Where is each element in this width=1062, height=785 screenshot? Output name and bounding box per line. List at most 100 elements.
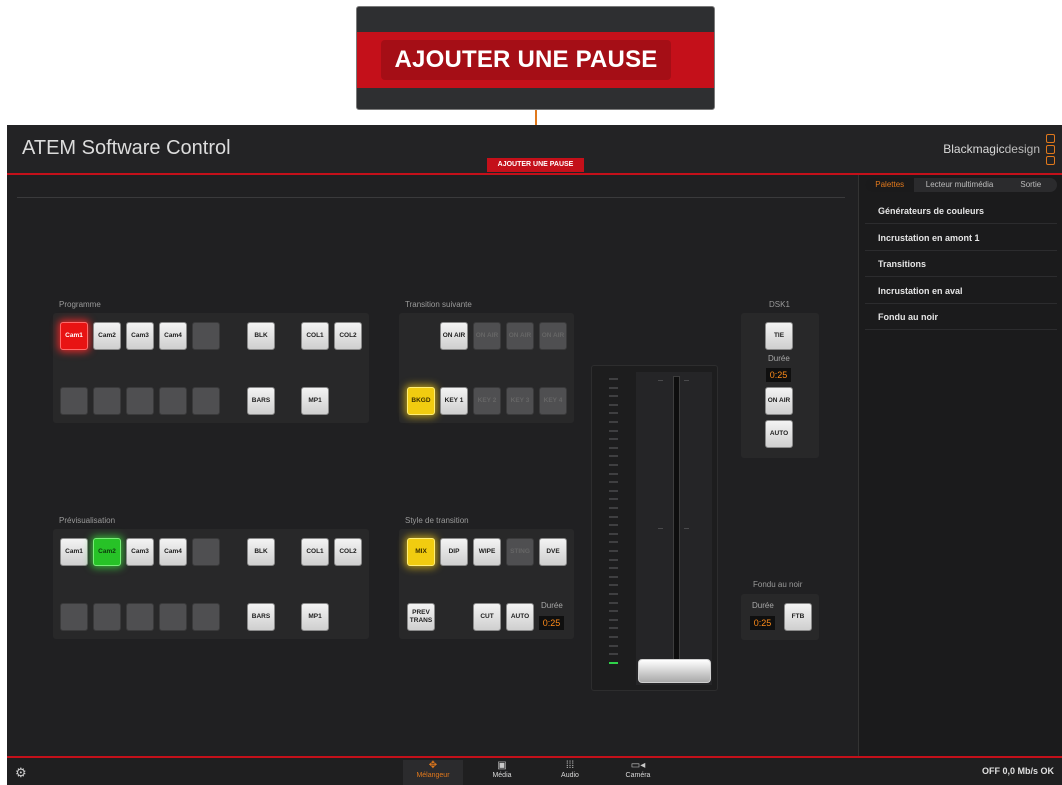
meter-segment — [609, 532, 618, 535]
preview-bars-button[interactable]: BARS — [247, 603, 275, 631]
dve-button[interactable]: DVE — [539, 538, 567, 566]
key4-button[interactable]: KEY 4 — [539, 387, 567, 415]
ftb-label: Fondu au noir — [753, 580, 803, 589]
sidebar-item-fade-to-black[interactable]: Fondu au noir — [865, 304, 1057, 330]
bkgd-button[interactable]: BKGD — [407, 387, 435, 415]
program-cam3-button[interactable]: Cam3 — [126, 322, 154, 350]
nav-media[interactable]: ▣ Média — [472, 760, 532, 785]
preview-cam3-button[interactable]: Cam3 — [126, 538, 154, 566]
meter-segment — [609, 386, 618, 389]
key1-button[interactable]: KEY 1 — [440, 387, 468, 415]
nav-audio[interactable]: ⁞⁞⁞ Audio — [540, 760, 600, 785]
on-air-key3-button[interactable]: ON AIR — [506, 322, 534, 350]
tbar-panel — [591, 365, 718, 691]
title-bar: ATEM Software Control Blackmagicdesign A… — [7, 125, 1062, 175]
preview-empty-button[interactable] — [192, 603, 220, 631]
program-empty-button[interactable] — [93, 387, 121, 415]
tab-media-player[interactable]: Lecteur multimédia — [914, 178, 1004, 192]
dsk-tie-button[interactable]: TIE — [765, 322, 793, 350]
program-empty-button[interactable] — [126, 387, 154, 415]
meter-segment — [609, 627, 618, 630]
gear-icon[interactable]: ⚙ — [15, 765, 27, 781]
transition-duration-value[interactable]: 0:25 — [539, 616, 564, 630]
nav-camera-label: Caméra — [625, 772, 651, 779]
tab-palettes[interactable]: Palettes — [865, 178, 915, 192]
meter-segment — [609, 601, 618, 604]
program-empty-button[interactable] — [159, 387, 187, 415]
program-empty-button[interactable] — [60, 387, 88, 415]
preview-empty-button[interactable] — [93, 603, 121, 631]
sidebar-item-downstream-key[interactable]: Incrustation en aval — [865, 278, 1057, 304]
sidebar-item-transitions[interactable]: Transitions — [865, 251, 1057, 277]
preview-empty-button[interactable] — [126, 603, 154, 631]
preview-blk-button[interactable]: BLK — [247, 538, 275, 566]
meter-segment — [609, 395, 618, 398]
key3-button[interactable]: KEY 3 — [506, 387, 534, 415]
on-air-key2-button[interactable]: ON AIR — [473, 322, 501, 350]
key2-button[interactable]: KEY 2 — [473, 387, 501, 415]
ftb-panel: Durée 0:25 FTB — [741, 594, 819, 640]
meter-segment — [609, 378, 618, 380]
sidebar-tabs: Palettes Lecteur multimédia Sortie — [865, 178, 1057, 192]
program-blk-button[interactable]: BLK — [247, 322, 275, 350]
program-cam1-button[interactable]: Cam1 — [60, 322, 88, 350]
program-mp1-button[interactable]: MP1 — [301, 387, 329, 415]
mix-button[interactable]: MIX — [407, 538, 435, 566]
transition-style-panel: MIX DIP WIPE STING DVE PREV TRANS CUT AU… — [399, 529, 574, 639]
ftb-duration-value[interactable]: 0:25 — [750, 616, 775, 630]
transition-style-label: Style de transition — [405, 516, 469, 525]
wipe-button[interactable]: WIPE — [473, 538, 501, 566]
add-pause-callout-button[interactable]: AJOUTER UNE PAUSE — [381, 40, 671, 80]
program-cam4-button[interactable]: Cam4 — [159, 322, 187, 350]
prev-trans-button[interactable]: PREV TRANS — [407, 603, 435, 631]
sidebar-item-upstream-key[interactable]: Incrustation en amont 1 — [865, 225, 1057, 251]
preview-empty-button[interactable] — [60, 603, 88, 631]
sidebar-item-color-generators[interactable]: Générateurs de couleurs — [865, 198, 1057, 224]
dsk-on-air-button[interactable]: ON AIR — [765, 387, 793, 415]
dsk-auto-button[interactable]: AUTO — [765, 420, 793, 448]
meter-segment — [609, 541, 618, 544]
program-bars-button[interactable]: BARS — [247, 387, 275, 415]
program-col2-button[interactable]: COL2 — [334, 322, 362, 350]
nav-camera[interactable]: ▭◂ Caméra — [608, 760, 668, 785]
add-pause-tab[interactable]: AJOUTER UNE PAUSE — [487, 158, 584, 172]
status-text: OFF 0,0 Mb/s OK — [981, 766, 1054, 776]
meter-segment — [609, 472, 618, 475]
audio-icon: ⁞⁞⁞ — [565, 760, 575, 771]
dsk1-panel: TIE Durée 0:25 ON AIR AUTO — [741, 313, 819, 458]
preview-cam4-button[interactable]: Cam4 — [159, 538, 187, 566]
ftb-button[interactable]: FTB — [784, 603, 812, 631]
preview-cam2-button[interactable]: Cam2 — [93, 538, 121, 566]
auto-button[interactable]: AUTO — [506, 603, 534, 631]
tab-output[interactable]: Sortie — [1005, 178, 1057, 192]
dip-button[interactable]: DIP — [440, 538, 468, 566]
pause-callout: AJOUTER UNE PAUSE — [356, 6, 715, 110]
cut-button[interactable]: CUT — [473, 603, 501, 631]
program-empty-button[interactable] — [192, 322, 220, 350]
program-empty-button[interactable] — [192, 387, 220, 415]
tbar-handle[interactable] — [638, 659, 711, 683]
dsk-duration-value[interactable]: 0:25 — [766, 368, 791, 382]
preview-empty-button[interactable] — [159, 603, 187, 631]
on-air-key4-button[interactable]: ON AIR — [539, 322, 567, 350]
program-cam2-button[interactable]: Cam2 — [93, 322, 121, 350]
preview-col1-button[interactable]: COL1 — [301, 538, 329, 566]
nav-mixer[interactable]: ✥ Mélangeur — [403, 760, 463, 785]
blackmagic-mark-icon — [1046, 133, 1055, 165]
next-transition-panel: ON AIR ON AIR ON AIR ON AIR BKGD KEY 1 K… — [399, 313, 574, 423]
preview-mp1-button[interactable]: MP1 — [301, 603, 329, 631]
meter-segment — [609, 464, 618, 466]
preview-cam1-button[interactable]: Cam1 — [60, 538, 88, 566]
media-icon: ▣ — [497, 760, 507, 771]
sting-button[interactable]: STING — [506, 538, 534, 566]
nav-audio-label: Audio — [561, 772, 579, 779]
divider — [17, 197, 845, 198]
callout-band: AJOUTER UNE PAUSE — [357, 32, 714, 88]
preview-col2-button[interactable]: COL2 — [334, 538, 362, 566]
meter-segment — [609, 636, 618, 638]
meter-segment — [609, 653, 618, 656]
program-col1-button[interactable]: COL1 — [301, 322, 329, 350]
transition-duration-label: Durée — [541, 601, 563, 610]
on-air-key1-button[interactable]: ON AIR — [440, 322, 468, 350]
preview-empty-button[interactable] — [192, 538, 220, 566]
